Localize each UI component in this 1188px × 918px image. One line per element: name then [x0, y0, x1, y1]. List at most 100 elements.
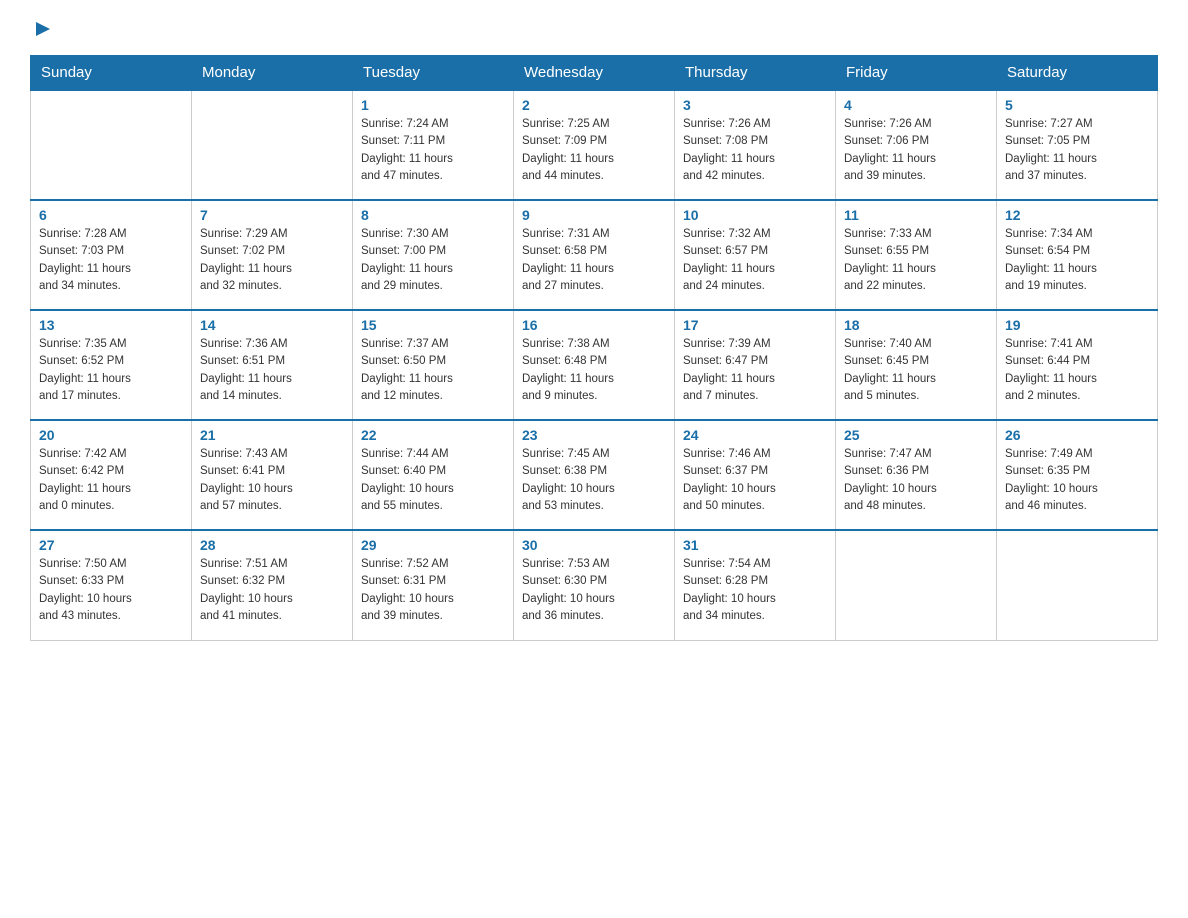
day-info: Sunrise: 7:47 AM Sunset: 6:36 PM Dayligh…: [844, 446, 988, 515]
day-number: 7: [200, 207, 344, 223]
calendar-day-cell: 15 Sunrise: 7:37 AM Sunset: 6:50 PM Dayli…: [353, 310, 514, 420]
calendar-day-cell: 24Sunrise: 7:46 AM Sunset: 6:37 PM Dayli…: [675, 420, 836, 530]
day-number: 26: [1005, 427, 1149, 443]
day-info: Sunrise: 7:32 AM Sunset: 6:57 PM Dayligh…: [683, 226, 827, 295]
day-number: 15: [361, 317, 505, 333]
calendar-day-cell: 16 Sunrise: 7:38 AM Sunset: 6:48 PM Dayli…: [514, 310, 675, 420]
day-of-week-header: Wednesday: [514, 56, 675, 91]
day-number: 27: [39, 537, 183, 553]
calendar-day-cell: [997, 530, 1158, 640]
day-number: 13: [39, 317, 183, 333]
calendar-day-cell: [192, 90, 353, 200]
week-row: 27Sunrise: 7:50 AM Sunset: 6:33 PM Dayli…: [31, 530, 1158, 640]
calendar-day-cell: 21 Sunrise: 7:43 AM Sunset: 6:41 PM Dayli…: [192, 420, 353, 530]
day-info: Sunrise: 7:37 AM Sunset: 6:50 PM Dayligh…: [361, 336, 505, 405]
calendar-day-cell: 28 Sunrise: 7:51 AM Sunset: 6:32 PM Dayli…: [192, 530, 353, 640]
calendar-day-cell: 2Sunrise: 7:25 AM Sunset: 7:09 PM Daylig…: [514, 90, 675, 200]
calendar-day-cell: 20 Sunrise: 7:42 AM Sunset: 6:42 PM Dayli…: [31, 420, 192, 530]
day-info: Sunrise: 7:54 AM Sunset: 6:28 PM Dayligh…: [683, 556, 827, 625]
calendar-day-cell: [836, 530, 997, 640]
day-number: 2: [522, 97, 666, 113]
day-info: Sunrise: 7:26 AM Sunset: 7:08 PM Dayligh…: [683, 116, 827, 185]
day-number: 23: [522, 427, 666, 443]
logo: [30, 20, 54, 37]
day-info: Sunrise: 7:33 AM Sunset: 6:55 PM Dayligh…: [844, 226, 988, 295]
calendar-day-cell: 12 Sunrise: 7:34 AM Sunset: 6:54 PM Dayli…: [997, 200, 1158, 310]
day-number: 19: [1005, 317, 1149, 333]
day-info: Sunrise: 7:42 AM Sunset: 6:42 PM Dayligh…: [39, 446, 183, 515]
calendar-day-cell: [31, 90, 192, 200]
calendar-header-row: SundayMondayTuesdayWednesdayThursdayFrid…: [31, 56, 1158, 91]
calendar-day-cell: 13 Sunrise: 7:35 AM Sunset: 6:52 PM Dayli…: [31, 310, 192, 420]
day-info: Sunrise: 7:49 AM Sunset: 6:35 PM Dayligh…: [1005, 446, 1149, 515]
day-number: 22: [361, 427, 505, 443]
day-number: 18: [844, 317, 988, 333]
day-number: 29: [361, 537, 505, 553]
day-of-week-header: Thursday: [675, 56, 836, 91]
calendar-day-cell: 18 Sunrise: 7:40 AM Sunset: 6:45 PM Dayli…: [836, 310, 997, 420]
calendar-day-cell: 27Sunrise: 7:50 AM Sunset: 6:33 PM Dayli…: [31, 530, 192, 640]
week-row: 1 Sunrise: 7:24 AM Sunset: 7:11 PM Daylig…: [31, 90, 1158, 200]
day-info: Sunrise: 7:31 AM Sunset: 6:58 PM Dayligh…: [522, 226, 666, 295]
day-info: Sunrise: 7:39 AM Sunset: 6:47 PM Dayligh…: [683, 336, 827, 405]
day-info: Sunrise: 7:41 AM Sunset: 6:44 PM Dayligh…: [1005, 336, 1149, 405]
day-of-week-header: Monday: [192, 56, 353, 91]
calendar-day-cell: 23Sunrise: 7:45 AM Sunset: 6:38 PM Dayli…: [514, 420, 675, 530]
day-number: 17: [683, 317, 827, 333]
day-info: Sunrise: 7:52 AM Sunset: 6:31 PM Dayligh…: [361, 556, 505, 625]
day-number: 12: [1005, 207, 1149, 223]
day-info: Sunrise: 7:34 AM Sunset: 6:54 PM Dayligh…: [1005, 226, 1149, 295]
day-info: Sunrise: 7:29 AM Sunset: 7:02 PM Dayligh…: [200, 226, 344, 295]
day-info: Sunrise: 7:30 AM Sunset: 7:00 PM Dayligh…: [361, 226, 505, 295]
week-row: 20 Sunrise: 7:42 AM Sunset: 6:42 PM Dayli…: [31, 420, 1158, 530]
calendar-day-cell: 14Sunrise: 7:36 AM Sunset: 6:51 PM Dayli…: [192, 310, 353, 420]
day-number: 1: [361, 97, 505, 113]
day-of-week-header: Saturday: [997, 56, 1158, 91]
day-info: Sunrise: 7:24 AM Sunset: 7:11 PM Dayligh…: [361, 116, 505, 185]
day-number: 25: [844, 427, 988, 443]
calendar-day-cell: 6 Sunrise: 7:28 AM Sunset: 7:03 PM Daylig…: [31, 200, 192, 310]
day-info: Sunrise: 7:26 AM Sunset: 7:06 PM Dayligh…: [844, 116, 988, 185]
day-number: 8: [361, 207, 505, 223]
page-header: [30, 20, 1158, 37]
day-info: Sunrise: 7:43 AM Sunset: 6:41 PM Dayligh…: [200, 446, 344, 515]
day-number: 31: [683, 537, 827, 553]
day-of-week-header: Sunday: [31, 56, 192, 91]
calendar-day-cell: 11Sunrise: 7:33 AM Sunset: 6:55 PM Dayli…: [836, 200, 997, 310]
logo-arrow-icon: [34, 20, 52, 38]
day-number: 6: [39, 207, 183, 223]
calendar-day-cell: 25 Sunrise: 7:47 AM Sunset: 6:36 PM Dayli…: [836, 420, 997, 530]
calendar-day-cell: 1 Sunrise: 7:24 AM Sunset: 7:11 PM Daylig…: [353, 90, 514, 200]
calendar-day-cell: 8 Sunrise: 7:30 AM Sunset: 7:00 PM Daylig…: [353, 200, 514, 310]
day-number: 20: [39, 427, 183, 443]
day-info: Sunrise: 7:40 AM Sunset: 6:45 PM Dayligh…: [844, 336, 988, 405]
day-number: 16: [522, 317, 666, 333]
day-number: 5: [1005, 97, 1149, 113]
day-info: Sunrise: 7:35 AM Sunset: 6:52 PM Dayligh…: [39, 336, 183, 405]
calendar-day-cell: 3 Sunrise: 7:26 AM Sunset: 7:08 PM Daylig…: [675, 90, 836, 200]
day-info: Sunrise: 7:38 AM Sunset: 6:48 PM Dayligh…: [522, 336, 666, 405]
day-number: 28: [200, 537, 344, 553]
week-row: 13 Sunrise: 7:35 AM Sunset: 6:52 PM Dayli…: [31, 310, 1158, 420]
calendar-day-cell: 22 Sunrise: 7:44 AM Sunset: 6:40 PM Dayli…: [353, 420, 514, 530]
day-info: Sunrise: 7:44 AM Sunset: 6:40 PM Dayligh…: [361, 446, 505, 515]
calendar-day-cell: 19 Sunrise: 7:41 AM Sunset: 6:44 PM Dayli…: [997, 310, 1158, 420]
day-info: Sunrise: 7:51 AM Sunset: 6:32 PM Dayligh…: [200, 556, 344, 625]
day-number: 9: [522, 207, 666, 223]
day-info: Sunrise: 7:53 AM Sunset: 6:30 PM Dayligh…: [522, 556, 666, 625]
calendar-day-cell: 9 Sunrise: 7:31 AM Sunset: 6:58 PM Daylig…: [514, 200, 675, 310]
day-number: 21: [200, 427, 344, 443]
day-info: Sunrise: 7:46 AM Sunset: 6:37 PM Dayligh…: [683, 446, 827, 515]
week-row: 6 Sunrise: 7:28 AM Sunset: 7:03 PM Daylig…: [31, 200, 1158, 310]
calendar-day-cell: 4 Sunrise: 7:26 AM Sunset: 7:06 PM Daylig…: [836, 90, 997, 200]
day-number: 3: [683, 97, 827, 113]
calendar-day-cell: 30Sunrise: 7:53 AM Sunset: 6:30 PM Dayli…: [514, 530, 675, 640]
calendar-day-cell: 26 Sunrise: 7:49 AM Sunset: 6:35 PM Dayli…: [997, 420, 1158, 530]
day-number: 10: [683, 207, 827, 223]
day-number: 4: [844, 97, 988, 113]
day-of-week-header: Friday: [836, 56, 997, 91]
calendar-day-cell: 7 Sunrise: 7:29 AM Sunset: 7:02 PM Daylig…: [192, 200, 353, 310]
day-info: Sunrise: 7:28 AM Sunset: 7:03 PM Dayligh…: [39, 226, 183, 295]
calendar-day-cell: 10 Sunrise: 7:32 AM Sunset: 6:57 PM Dayli…: [675, 200, 836, 310]
day-of-week-header: Tuesday: [353, 56, 514, 91]
